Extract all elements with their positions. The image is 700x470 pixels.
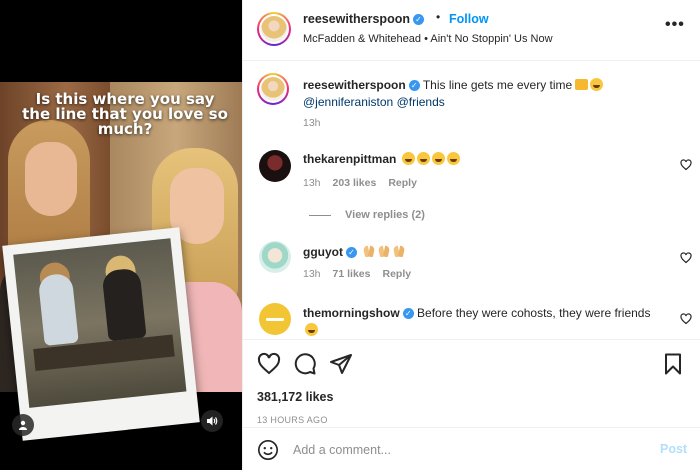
verified-icon: ✓ [412,14,424,26]
comment-icon[interactable] [293,352,317,376]
separator-dot: • [436,10,441,24]
follow-button[interactable]: Follow [449,12,489,26]
post-panel: reesewitherspoon ✓ • Follow McFadden & Wh… [242,0,700,470]
comment-text: gguyot ✓ [303,244,663,261]
heart-icon[interactable] [680,252,692,264]
package-emoji-icon [575,79,589,90]
bookmark-icon[interactable] [661,352,685,376]
author-username[interactable]: reesewitherspoon ✓ [303,12,424,26]
heart-icon[interactable] [680,159,692,171]
post-actions: 381,172 likes 13 HOURS AGO [243,339,700,427]
comment-username[interactable]: gguyot [303,245,343,259]
comment-input[interactable] [293,440,633,460]
praying-hands-emoji-icon [393,245,405,258]
comment-meta: 13h 71 likes Reply [303,268,412,280]
post-media[interactable]: Is this where you say the line that you … [0,0,242,470]
user-tag-button[interactable] [12,414,34,436]
heart-icon[interactable] [680,313,692,325]
sound-button[interactable] [201,410,223,432]
comment-username[interactable]: themorningshow [303,306,400,320]
likes-count[interactable]: 381,172 likes [257,390,333,404]
smiling-emoji-icon [305,323,318,336]
comment-text: themorningshow ✓ Before they were cohosts… [303,305,663,339]
post-viewer: Is this where you say the line that you … [0,0,700,470]
comment-meta: 13h 203 likes Reply [303,177,417,189]
verified-icon: ✓ [346,247,357,259]
post-timestamp[interactable]: 13 HOURS AGO [257,415,328,425]
user-tag-icon [19,420,27,430]
caption-mentions[interactable]: @jenniferaniston @friends [303,95,445,109]
author-avatar[interactable] [257,12,291,46]
post-header: reesewitherspoon ✓ • Follow McFadden & Wh… [243,0,700,61]
commenter-avatar[interactable] [259,241,291,273]
laughing-emoji-icon [446,152,460,165]
caption-username[interactable]: reesewitherspoon [303,78,406,92]
praying-hands-emoji-icon [378,245,390,258]
view-replies-button[interactable]: View replies (2) [309,209,425,221]
comment-username[interactable]: thekarenpittman [303,152,396,166]
share-icon[interactable] [329,352,353,376]
commenter-avatar[interactable] [259,150,291,182]
emoji-icon[interactable] [257,439,279,461]
music-link[interactable]: McFadden & Whitehead • Ain't No Stoppin'… [303,33,553,45]
caption-text: reesewitherspoon ✓ This line gets me ever… [303,77,663,111]
laughing-emoji-icon [416,152,430,165]
reply-button[interactable]: Reply [382,268,411,280]
caption-avatar[interactable] [257,73,289,105]
sound-icon [207,416,218,426]
praying-hands-emoji-icon [363,245,375,258]
reply-button[interactable]: Reply [388,177,417,189]
laughing-emoji-icon [431,152,445,165]
laughing-emoji-icon [590,78,604,91]
comment-text: thekarenpittman [303,151,663,168]
video-caption: Is this where you say the line that you … [22,90,228,138]
laughing-emoji-icon [401,152,415,165]
verified-icon: ✓ [402,308,414,320]
comment-composer: Post [243,427,700,470]
more-icon[interactable]: ••• [665,16,685,34]
post-button[interactable]: Post [660,442,687,456]
caption-time: 13h [303,117,321,129]
verified-icon: ✓ [408,80,420,92]
comment-likes[interactable]: 203 likes [333,177,377,189]
comments-list[interactable]: reesewitherspoon ✓ This line gets me ever… [243,61,700,339]
heart-icon[interactable] [257,352,281,376]
commenter-avatar[interactable] [259,303,291,335]
polaroid-photo [2,227,200,441]
comment-likes[interactable]: 71 likes [333,268,371,280]
